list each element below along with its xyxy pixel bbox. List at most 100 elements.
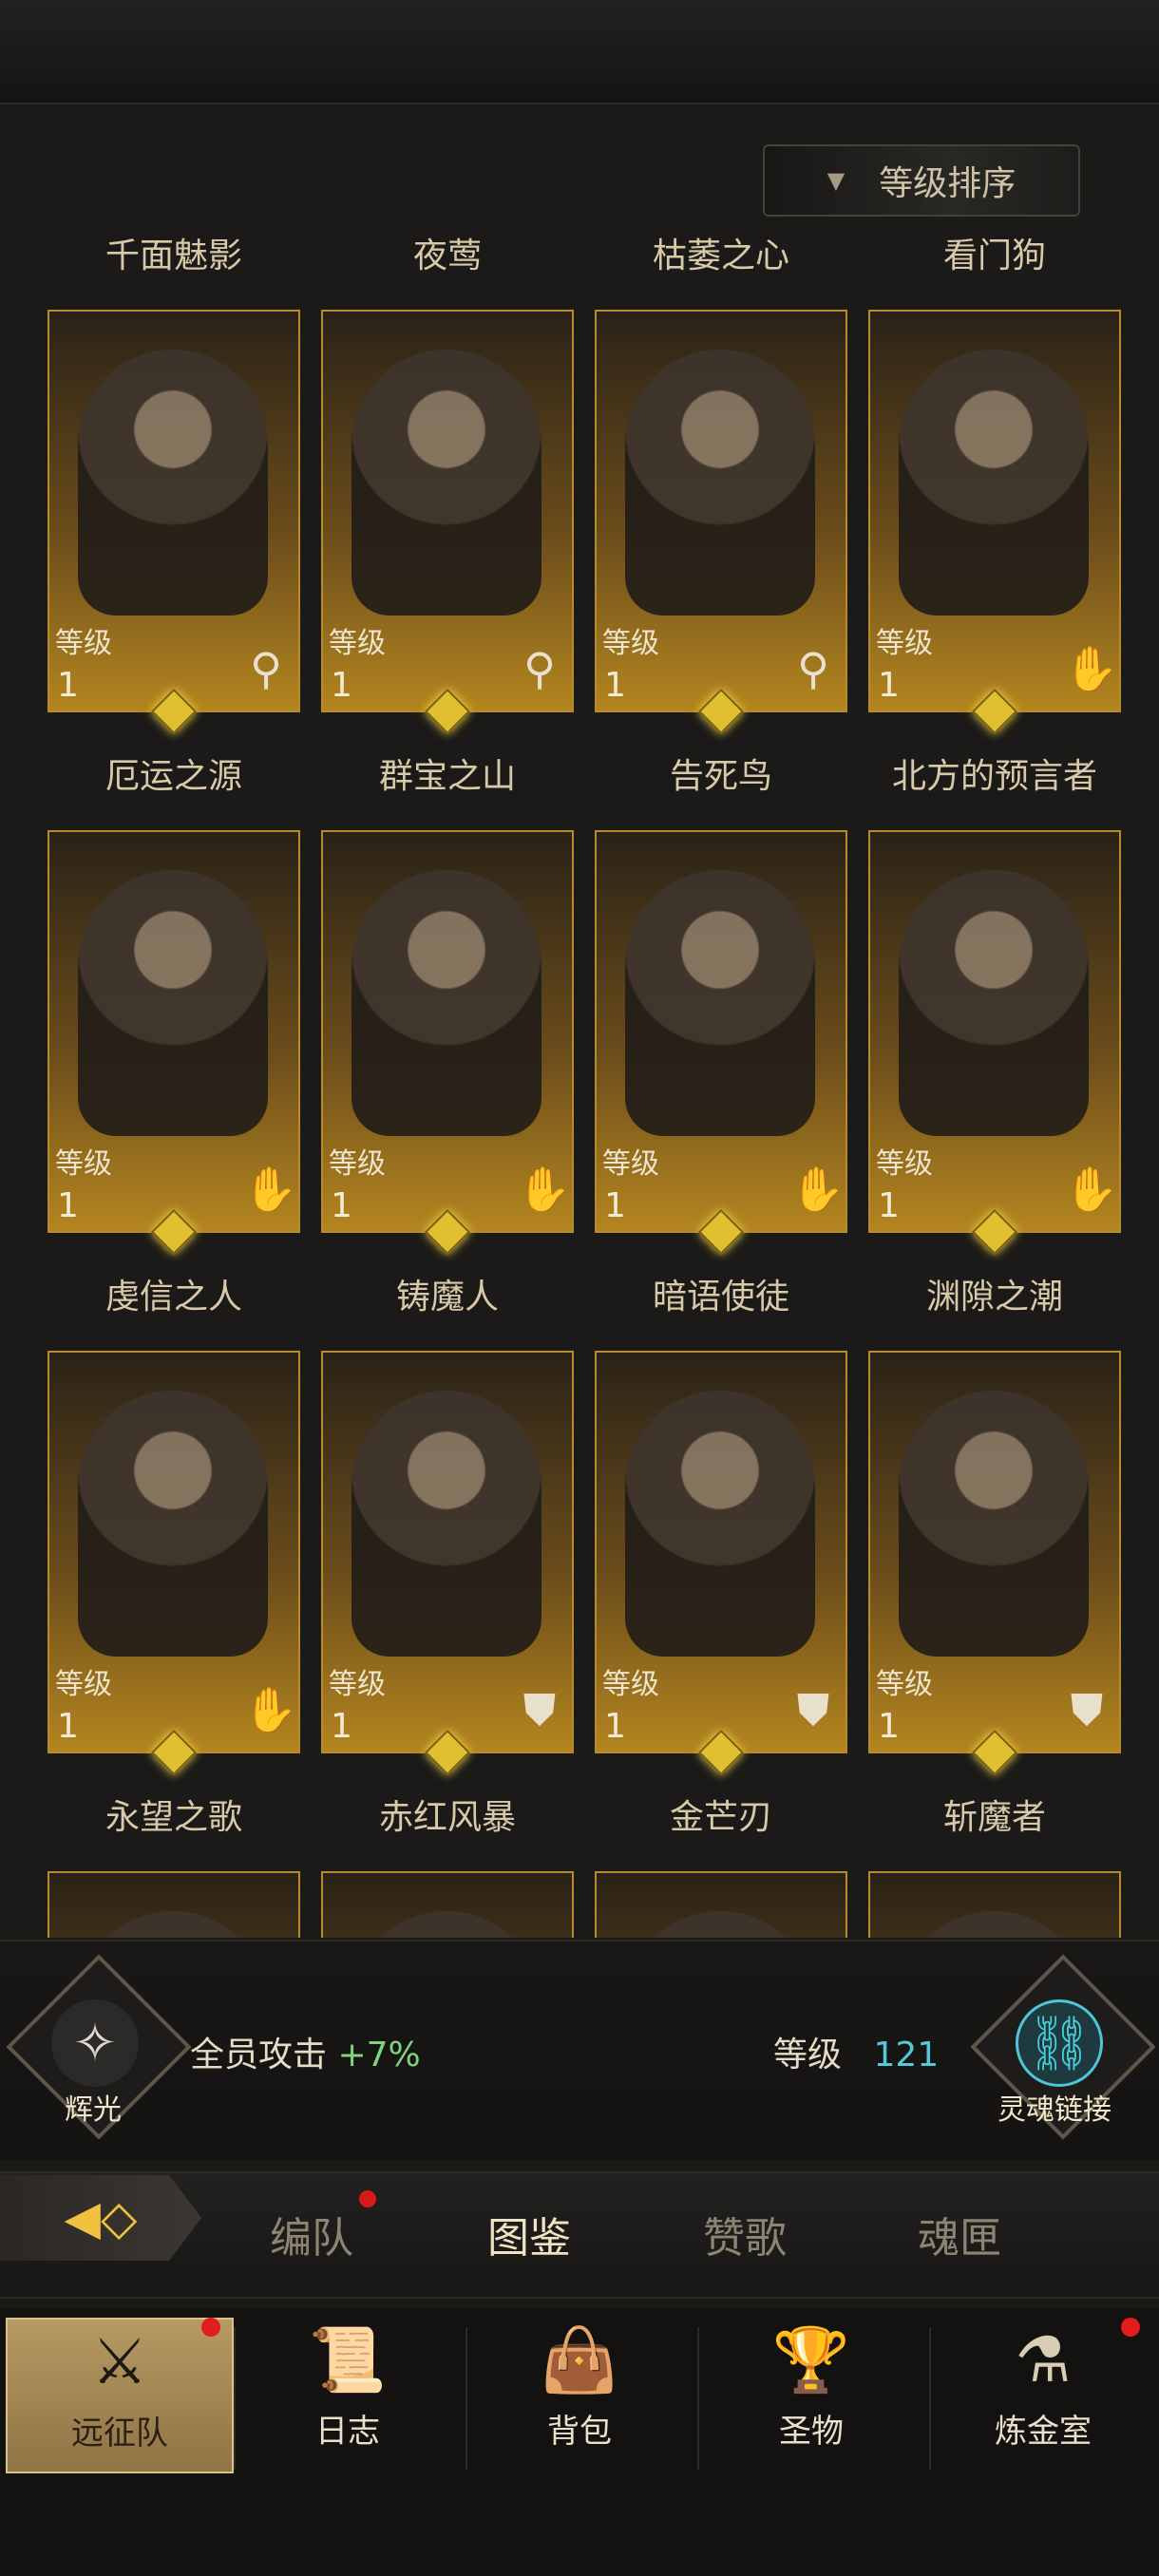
hero-level-label: 等级	[55, 1668, 112, 1701]
nav-bag[interactable]: 👜 背包	[467, 2318, 692, 2470]
hero-name: 渊隙之潮	[925, 1278, 1063, 1316]
hero-name: 看门狗	[942, 237, 1046, 275]
hero-portrait	[899, 1911, 1089, 1938]
hero-name: 北方的预言者	[891, 757, 1097, 796]
hero-level-value: 1	[604, 1707, 626, 1746]
soul-link-level: 等级 121	[773, 2027, 939, 2076]
staff-icon: ⚲	[523, 643, 556, 694]
hero-portrait	[78, 350, 268, 616]
nav-journal[interactable]: 📜 日志	[236, 2318, 460, 2470]
hero-portrait	[625, 870, 815, 1136]
hero-level-label: 等级	[876, 627, 933, 660]
notification-dot	[1121, 2318, 1140, 2337]
hero-portrait-frame	[595, 1871, 847, 1938]
tab-hymn[interactable]: 赞歌	[703, 2204, 787, 2264]
hero-portrait-frame: 等级 1 ✋	[868, 830, 1121, 1233]
hero-portrait-frame	[868, 1871, 1121, 1938]
hero-name: 厄运之源	[104, 757, 242, 796]
hero-level-value: 1	[331, 1707, 352, 1746]
arrow-left-icon: ◀◇	[64, 2190, 138, 2245]
triangle-down-icon: ▼	[826, 167, 846, 194]
back-button[interactable]: ◀◇	[0, 2175, 201, 2261]
hero-level-value: 1	[604, 1186, 626, 1225]
scroll-icon: 📜	[308, 2323, 388, 2396]
hand-icon: ✋	[517, 1164, 572, 1215]
tab-codex[interactable]: 图鉴	[487, 2204, 571, 2264]
shield-icon: ⛊	[796, 1684, 830, 1735]
hero-name: 赤红风暴	[378, 1798, 516, 1837]
hero-portrait	[625, 1911, 815, 1938]
party-attack-value: +7%	[337, 2036, 421, 2074]
hero-level-value: 1	[331, 1186, 352, 1225]
tab-soul-box[interactable]: 魂匣	[918, 2204, 1001, 2264]
hero-portrait-frame: 等级 1 ⚲	[48, 310, 300, 712]
staff-icon: ⚲	[250, 643, 282, 694]
hand-icon: ✋	[790, 1164, 846, 1215]
hero-name: 虔信之人	[104, 1278, 242, 1316]
hero-portrait	[625, 1391, 815, 1657]
hero-grid: 千面魅影 等级 1 ⚲ 夜莺 等级 1 ⚲ 枯萎之心 等级 1 ⚲ 看门狗 等级 1 ✋ 厄运之源 等级 1 ✋ 群宝之…	[0, 228, 1159, 1938]
hero-name: 千面魅影	[104, 237, 242, 275]
hero-portrait-frame: 等级 1 ⛊	[595, 1351, 847, 1753]
hero-level-label: 等级	[602, 627, 659, 660]
nav-expedition-label: 远征队	[71, 2415, 168, 2453]
hero-portrait-frame	[48, 1871, 300, 1938]
viking-helmet-icon: ⚔	[91, 2325, 148, 2398]
hand-icon: ✋	[1064, 643, 1119, 694]
hero-level-label: 等级	[876, 1147, 933, 1181]
tab-formation[interactable]: 编队	[270, 2204, 353, 2264]
hero-level-value: 1	[331, 666, 352, 705]
notification-dot	[201, 2318, 220, 2337]
hero-level-label: 等级	[55, 627, 112, 660]
soul-link-level-label: 等级	[773, 2036, 843, 2074]
hero-name: 枯萎之心	[652, 237, 789, 275]
nav-journal-label: 日志	[315, 2413, 380, 2451]
hero-name: 群宝之山	[378, 757, 516, 796]
hero-level-value: 1	[878, 666, 900, 705]
hand-icon: ✋	[243, 1164, 298, 1215]
hero-portrait	[899, 1391, 1089, 1657]
nav-alchemy-label: 炼金室	[995, 2413, 1092, 2451]
hero-level-label: 等级	[55, 1147, 112, 1181]
nav-bag-label: 背包	[547, 2413, 612, 2451]
hand-icon: ✋	[1064, 1164, 1119, 1215]
radiance-label: 辉光	[65, 2093, 122, 2127]
hero-level-label: 等级	[876, 1668, 933, 1701]
hero-level-label: 等级	[329, 627, 386, 660]
party-attack-bonus: 全员攻击 +7%	[190, 2027, 421, 2076]
shield-icon: ⛊	[522, 1684, 557, 1735]
hero-level-value: 1	[57, 1707, 79, 1746]
nav-relics[interactable]: 🏆 圣物	[699, 2318, 923, 2470]
hero-portrait	[352, 1391, 542, 1657]
hero-portrait	[352, 350, 542, 616]
nav-relics-label: 圣物	[779, 2413, 844, 2451]
hero-portrait-frame	[321, 1871, 574, 1938]
sort-by-level-button[interactable]: ▼ 等级排序	[763, 144, 1080, 217]
hero-portrait-frame: 等级 1 ✋	[868, 310, 1121, 712]
hero-name: 铸魔人	[395, 1278, 499, 1316]
hero-portrait	[78, 870, 268, 1136]
hero-portrait	[78, 1391, 268, 1657]
hero-name: 告死鸟	[669, 757, 772, 796]
hero-portrait-frame: 等级 1 ✋	[48, 830, 300, 1233]
nav-alchemy[interactable]: ⚗ 炼金室	[931, 2318, 1155, 2470]
notification-dot	[359, 2190, 376, 2207]
sort-button-label: 等级排序	[879, 164, 1016, 203]
hero-level-label: 等级	[602, 1147, 659, 1181]
soul-link-label: 灵魂链接	[998, 2093, 1112, 2127]
hero-level-label: 等级	[329, 1668, 386, 1701]
nav-expedition[interactable]: ⚔ 远征队	[6, 2318, 234, 2473]
staff-icon: ⚲	[797, 643, 829, 694]
hero-level-value: 1	[604, 666, 626, 705]
hero-level-value: 1	[57, 1186, 79, 1225]
hero-portrait	[899, 350, 1089, 616]
compass-icon: ✧	[51, 1999, 139, 2087]
hero-portrait-frame: 等级 1 ⚲	[595, 310, 847, 712]
hero-portrait-frame: 等级 1 ✋	[48, 1351, 300, 1753]
party-attack-label: 全员攻击	[190, 2036, 328, 2074]
hero-name: 斩魔者	[942, 1798, 1046, 1837]
hero-portrait-frame: 等级 1 ✋	[595, 830, 847, 1233]
hero-portrait	[78, 1911, 268, 1938]
link-icon: ⛓	[1016, 1999, 1103, 2087]
hero-name: 永望之歌	[104, 1798, 242, 1837]
